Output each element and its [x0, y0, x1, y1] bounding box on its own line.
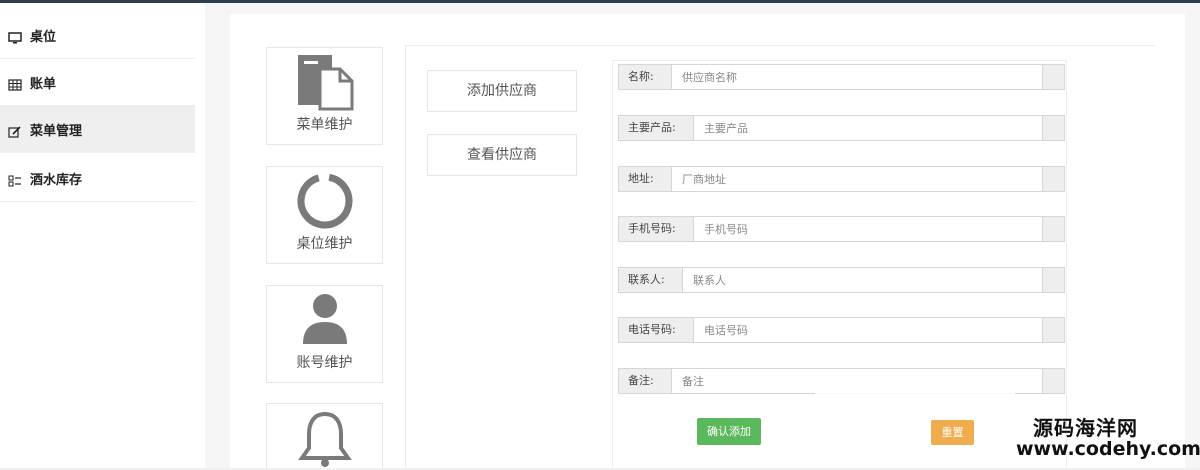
- sidebar: 桌位 账单 菜单管理 酒水库存: [0, 3, 205, 468]
- mobile-input[interactable]: [694, 217, 1044, 241]
- form-row-phone: 电话号码:: [618, 317, 1065, 343]
- add-supplier-button[interactable]: 添加供应商: [427, 70, 577, 112]
- document-icon: [297, 55, 353, 111]
- field-addon: [1042, 116, 1064, 140]
- contact-input[interactable]: [683, 268, 1044, 292]
- tile-desk-maintenance[interactable]: 桌位维护: [266, 166, 383, 264]
- list-icon: [8, 172, 22, 187]
- field-addon: [1042, 167, 1064, 191]
- screen-glare: [815, 382, 1015, 432]
- tile-account-maintenance[interactable]: 账号维护: [266, 285, 383, 383]
- tile-label: 菜单维护: [296, 117, 353, 133]
- watermark-title: 源码海洋网: [1033, 416, 1138, 440]
- table-grid-icon: [8, 76, 22, 91]
- form-row-name: 名称:: [618, 64, 1065, 90]
- confirm-add-button[interactable]: 确认添加: [697, 418, 761, 445]
- form-row-address: 地址:: [618, 166, 1065, 192]
- supplier-name-input[interactable]: [672, 65, 1044, 89]
- field-label: 地址:: [619, 167, 672, 191]
- main-product-input[interactable]: [694, 116, 1044, 140]
- form-row-contact: 联系人:: [618, 267, 1065, 293]
- reset-button[interactable]: 重置: [931, 420, 974, 445]
- edit-icon: [8, 123, 22, 138]
- sidebar-item-label: 酒水库存: [30, 172, 83, 188]
- sidebar-item-label: 桌位: [30, 29, 57, 45]
- sidebar-item-bill[interactable]: 账单: [0, 59, 195, 106]
- sidebar-item-menu-management[interactable]: 菜单管理: [0, 106, 195, 153]
- field-label: 名称:: [619, 65, 672, 89]
- field-label: 手机号码:: [619, 217, 694, 241]
- bell-icon: [297, 411, 352, 467]
- field-addon: [1042, 369, 1064, 393]
- sidebar-item-label: 菜单管理: [30, 123, 83, 139]
- tile-label: 账号维护: [296, 355, 353, 371]
- sidebar-item-desk[interactable]: 桌位: [0, 12, 195, 59]
- phone-input[interactable]: [694, 318, 1044, 342]
- view-supplier-button[interactable]: 查看供应商: [427, 134, 577, 176]
- watermark-url: www.codehy.com: [1016, 438, 1200, 460]
- sidebar-item-drink-inventory[interactable]: 酒水库存: [0, 155, 195, 202]
- monitor-icon: [8, 29, 22, 44]
- field-addon: [1042, 318, 1064, 342]
- field-addon: [1042, 65, 1064, 89]
- tile-label: 桌位维护: [296, 236, 353, 252]
- form-row-product: 主要产品:: [618, 115, 1065, 141]
- field-label: 电话号码:: [619, 318, 694, 342]
- field-label: 主要产品:: [619, 116, 694, 140]
- user-icon: [302, 294, 347, 344]
- sidebar-item-label: 账单: [30, 76, 57, 92]
- field-addon: [1042, 268, 1064, 292]
- tile-notification[interactable]: [266, 403, 383, 468]
- address-input[interactable]: [672, 167, 1044, 191]
- field-addon: [1042, 217, 1064, 241]
- tile-menu-maintenance[interactable]: 菜单维护: [266, 47, 383, 145]
- ring-icon: [297, 173, 352, 229]
- form-row-mobile: 手机号码:: [618, 216, 1065, 242]
- field-label: 备注:: [619, 369, 672, 393]
- field-label: 联系人:: [619, 268, 683, 292]
